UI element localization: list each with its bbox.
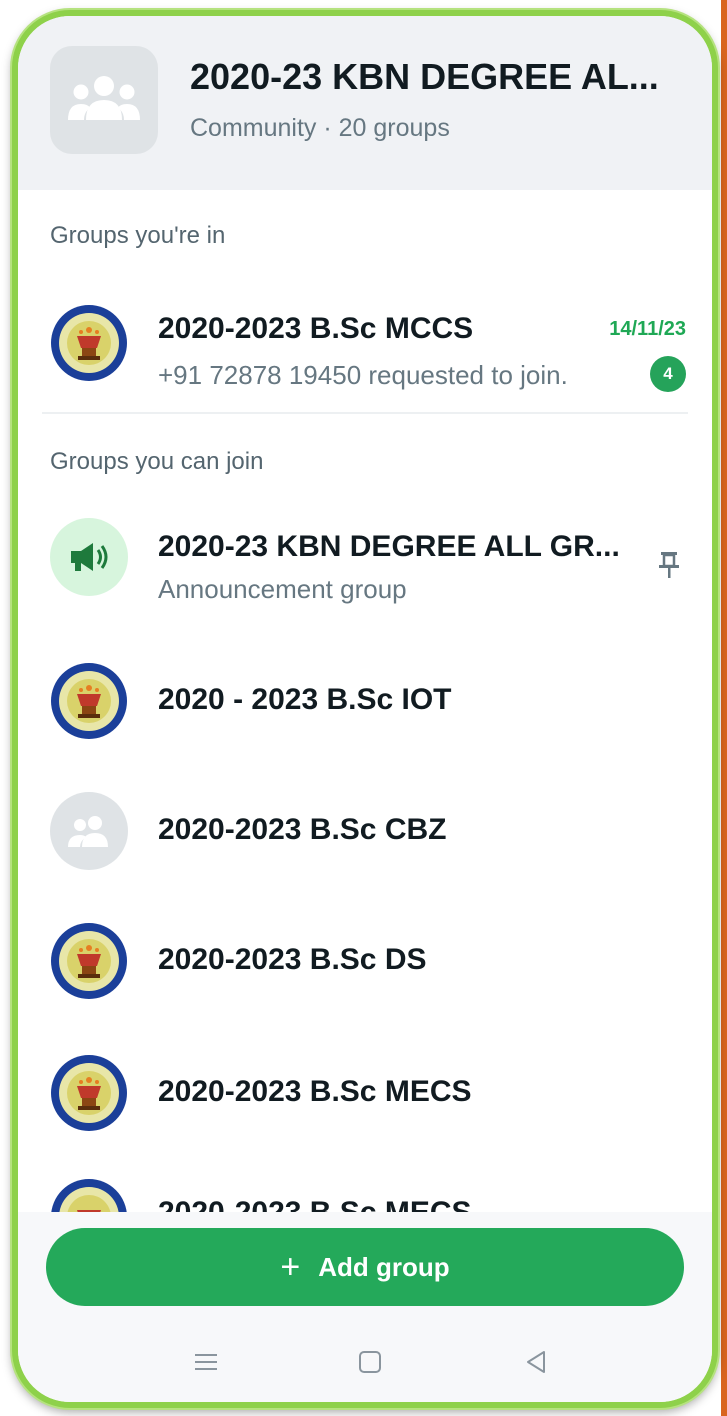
announcement-group-row[interactable]: 2020-23 KBN DEGREE ALL GR... Announcemen… <box>18 508 712 608</box>
community-subtitle: Community · 20 groups <box>190 114 450 142</box>
announcement-avatar <box>50 518 128 596</box>
community-screen: 2020-23 KBN DEGREE AL... Community · 20 … <box>18 16 712 1402</box>
college-emblem-avatar <box>50 662 128 740</box>
system-navbar <box>18 1334 712 1402</box>
community-header[interactable]: 2020-23 KBN DEGREE AL... Community · 20 … <box>18 16 712 190</box>
group-name: 2020-23 KBN DEGREE ALL GR... <box>158 530 620 563</box>
menu-icon[interactable] <box>194 1350 218 1379</box>
college-emblem-avatar <box>50 1054 128 1132</box>
group-name: 2020-2023 B.Sc CBZ <box>158 813 447 846</box>
college-emblem-icon <box>51 1179 127 1212</box>
joinable-group-row[interactable]: 2020-2023 B.Sc MECS <box>18 1038 712 1148</box>
group-name: 2020-2023 B.Sc MECS <box>158 1196 472 1212</box>
group-date: 14/11/23 <box>609 318 686 340</box>
joinable-group-row[interactable]: 2020 - 2023 B.Sc IOT <box>18 646 712 756</box>
back-icon[interactable] <box>524 1350 548 1379</box>
joinable-group-row[interactable]: 2020-2023 B.Sc CBZ <box>18 776 712 886</box>
college-emblem-icon <box>51 923 127 999</box>
group-last-message: +91 72878 19450 requested to join. <box>158 360 568 390</box>
group-name: 2020-2023 B.Sc MCCS <box>158 312 474 345</box>
college-emblem-avatar <box>50 1178 128 1212</box>
joined-group-row[interactable]: 2020-2023 B.Sc MCCS +91 72878 19450 requ… <box>18 286 712 402</box>
section-label-groups-in: Groups you're in <box>50 222 226 249</box>
joinable-group-row-partial[interactable]: 2020-2023 B.Sc MECS <box>18 1166 712 1212</box>
community-avatar[interactable] <box>50 46 158 154</box>
add-group-button[interactable]: + Add group <box>46 1228 684 1306</box>
phone-frame: 2020-23 KBN DEGREE AL... Community · 20 … <box>12 10 718 1408</box>
home-icon[interactable] <box>358 1350 382 1379</box>
page-edge-accent <box>721 0 727 1416</box>
pin-icon <box>658 550 680 585</box>
group-name: 2020 - 2023 B.Sc IOT <box>158 683 452 716</box>
unread-badge: 4 <box>650 356 686 392</box>
college-emblem-avatar <box>50 304 128 382</box>
group-subtitle: Announcement group <box>158 574 407 604</box>
college-emblem-icon <box>51 1055 127 1131</box>
megaphone-icon <box>71 543 108 571</box>
group-icon <box>68 816 108 847</box>
plus-icon: + <box>280 1248 301 1286</box>
college-emblem-icon <box>51 663 127 739</box>
community-icon <box>68 76 140 120</box>
group-avatar <box>50 792 128 870</box>
joinable-group-row[interactable]: 2020-2023 B.Sc DS <box>18 906 712 1016</box>
group-name: 2020-2023 B.Sc MECS <box>158 1075 472 1108</box>
group-name: 2020-2023 B.Sc DS <box>158 943 427 976</box>
college-emblem-icon <box>51 305 127 381</box>
section-divider <box>42 412 688 414</box>
add-group-label: Add group <box>318 1251 450 1282</box>
community-title: 2020-23 KBN DEGREE AL... <box>190 56 659 97</box>
section-label-groups-can-join: Groups you can join <box>50 448 264 475</box>
college-emblem-avatar <box>50 922 128 1000</box>
